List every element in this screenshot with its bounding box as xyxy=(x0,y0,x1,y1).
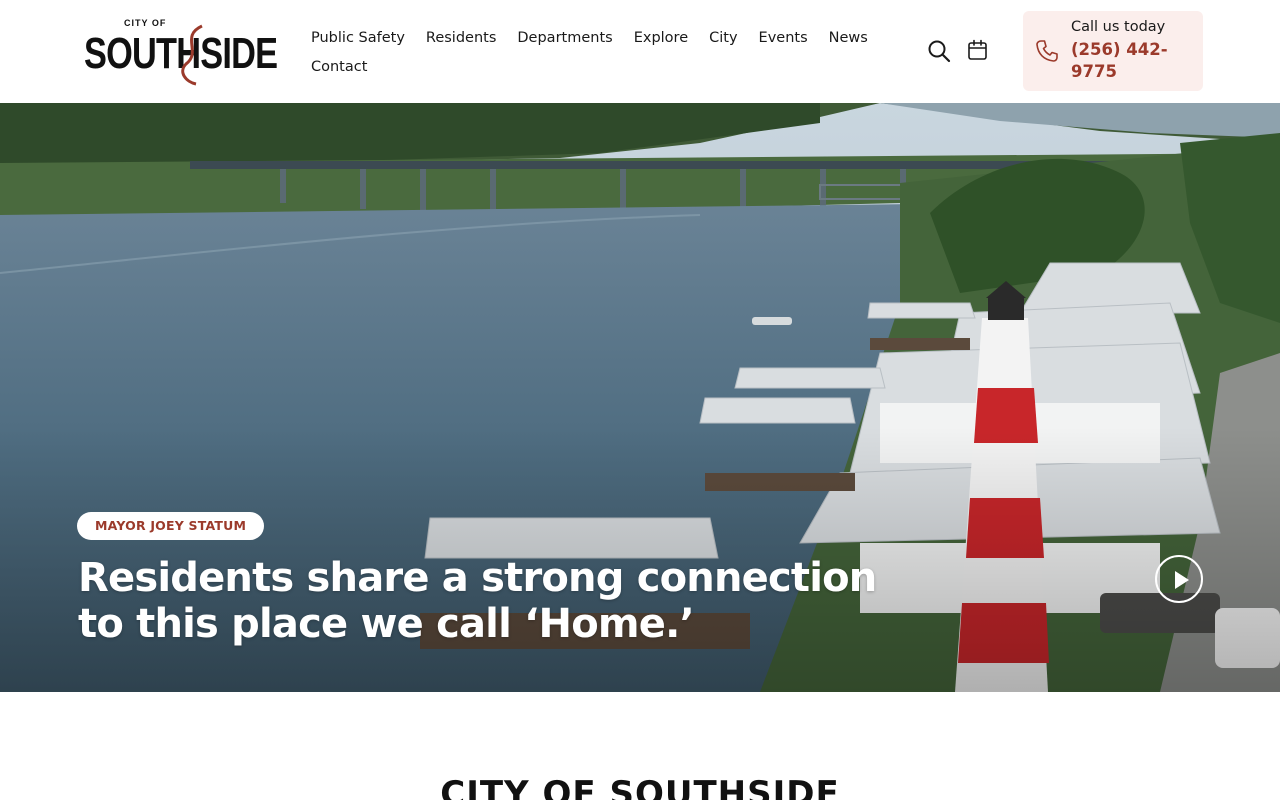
call-us-box[interactable]: Call us today (256) 442-9775 xyxy=(1023,11,1203,91)
site-header: CITY OF SOUTHSIDE Public Safety Residents… xyxy=(0,0,1280,103)
nav-events[interactable]: Events xyxy=(759,22,808,54)
hero-badge: MAYOR JOEY STATUM xyxy=(77,512,265,540)
call-us-label: Call us today xyxy=(1071,19,1166,35)
hero-banner: MAYOR JOEY STATUM Residents share a stro… xyxy=(0,103,1280,692)
hero-headline: Residents share a strong connection to t… xyxy=(78,555,877,647)
search-button[interactable] xyxy=(926,38,952,64)
main-nav: Public Safety Residents Departments Explore… xyxy=(311,22,891,54)
call-us-number[interactable]: (256) 442-9775 xyxy=(1071,39,1191,83)
nav-public-safety[interactable]: Public Safety xyxy=(311,22,405,54)
city-logo[interactable]: CITY OF SOUTHSIDE xyxy=(84,16,278,86)
nav-news[interactable]: News xyxy=(829,22,868,54)
main-nav-row2: Contact xyxy=(311,51,388,83)
play-video-button[interactable] xyxy=(1155,555,1203,603)
calendar-button[interactable] xyxy=(966,38,990,64)
play-icon xyxy=(1175,571,1189,589)
nav-departments[interactable]: Departments xyxy=(517,22,612,54)
nav-city[interactable]: City xyxy=(709,22,737,54)
search-icon xyxy=(928,40,951,63)
calendar-icon xyxy=(968,39,987,60)
nav-contact[interactable]: Contact xyxy=(311,51,367,83)
nav-explore[interactable]: Explore xyxy=(634,22,688,54)
nav-residents[interactable]: Residents xyxy=(426,22,496,54)
phone-icon xyxy=(1036,40,1058,62)
logo-swoosh-icon xyxy=(181,24,203,86)
section-title: CITY OF SOUTHSIDE xyxy=(440,774,840,800)
